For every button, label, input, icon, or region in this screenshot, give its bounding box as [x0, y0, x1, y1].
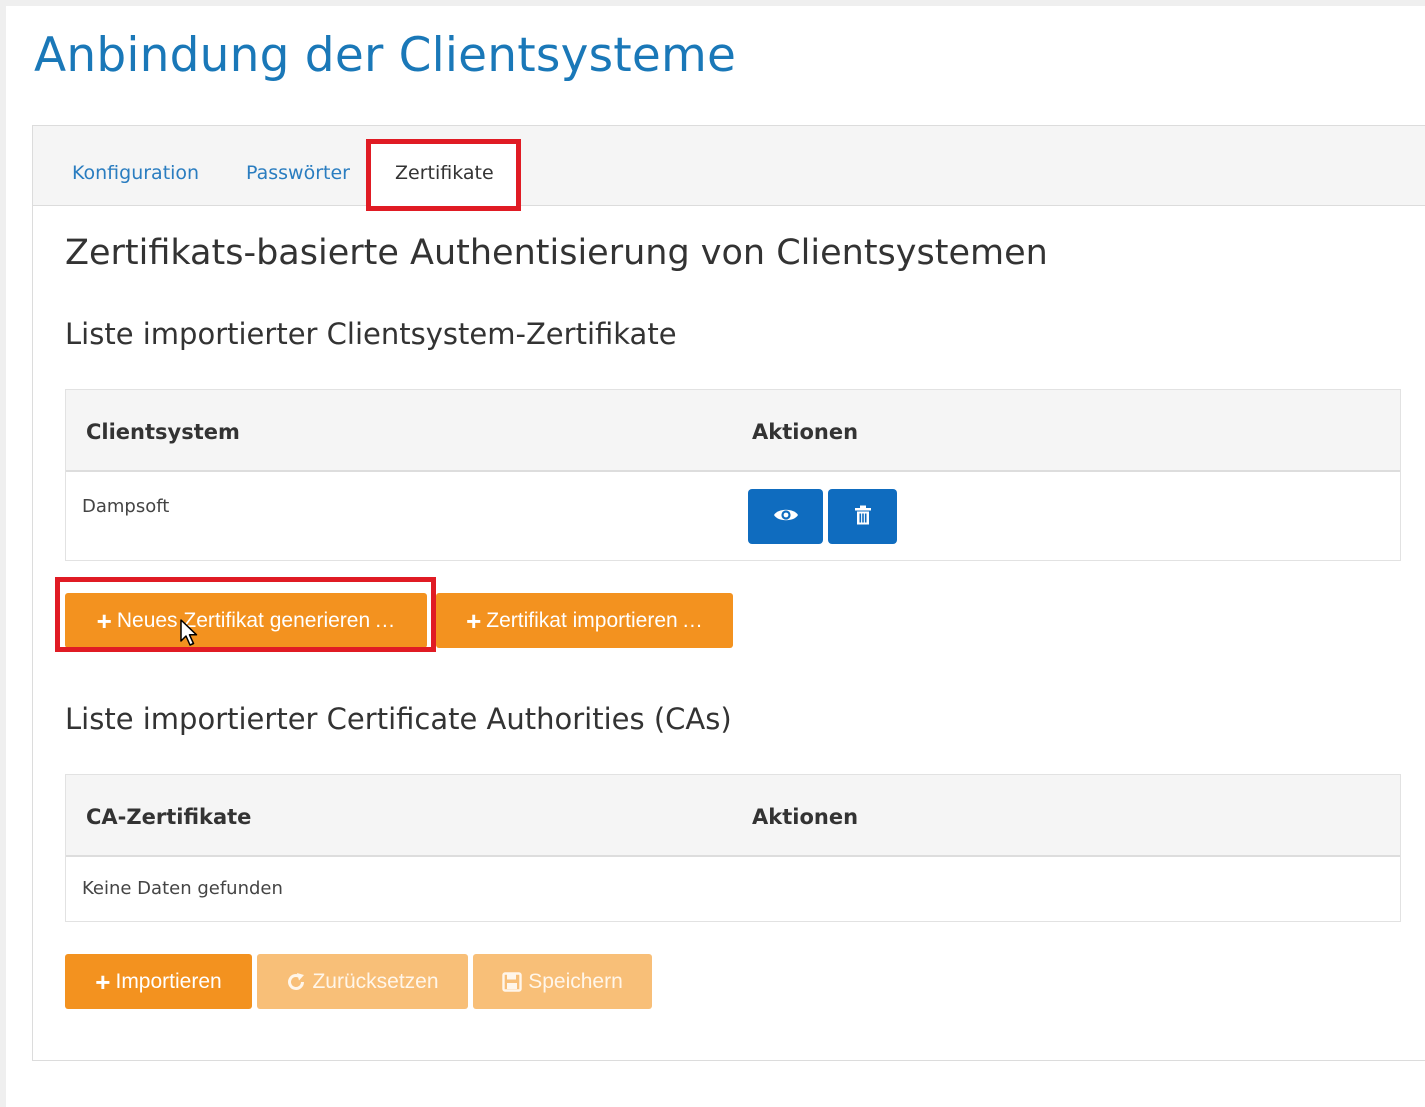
tab-konfiguration[interactable]: Konfiguration: [72, 162, 199, 184]
import-certificate-label: Zertifikat importieren …: [486, 608, 703, 632]
empty-table-message: Keine Daten gefunden: [82, 878, 283, 899]
delete-certificate-button[interactable]: [828, 489, 897, 544]
reset-button[interactable]: Zurücksetzen: [257, 954, 468, 1009]
client-name: Dampsoft: [82, 496, 170, 517]
generate-certificate-label: Neues Zertifikat generieren …: [116, 608, 396, 632]
ca-table: CA-Zertifikate Aktionen Keine Daten gefu…: [65, 774, 1401, 922]
ca-list-title: Liste importierter Certificate Authoriti…: [65, 702, 732, 736]
column-header-ca-zertifikate: CA-Zertifikate: [86, 805, 252, 829]
column-header-aktionen: Aktionen: [752, 420, 859, 444]
tab-zertifikate[interactable]: Zertifikate: [395, 162, 494, 184]
tab-panel: Konfiguration Passwörter Zertifikate Zer…: [32, 125, 1425, 1061]
save-label: Speichern: [528, 969, 623, 993]
import-ca-label: Importieren: [115, 969, 222, 993]
tab-passwoerter[interactable]: Passwörter: [246, 162, 350, 184]
table-row: Dampsoft: [66, 472, 1400, 560]
tab-bar: Konfiguration Passwörter Zertifikate: [33, 126, 1425, 207]
eye-icon: [773, 506, 799, 527]
floppy-disk-icon: [502, 971, 522, 992]
table-row-empty: Keine Daten gefunden: [66, 857, 1400, 921]
clients-table-header: Clientsystem Aktionen: [66, 390, 1400, 472]
plus-icon: +: [96, 605, 112, 636]
view-certificate-button[interactable]: [748, 489, 823, 544]
trash-icon: [854, 505, 872, 528]
reset-label: Zurücksetzen: [312, 969, 439, 993]
clients-list-title: Liste importierter Clientsystem-Zertifik…: [65, 317, 677, 351]
generate-certificate-button[interactable]: + Neues Zertifikat generieren …: [65, 593, 427, 648]
plus-icon: +: [466, 605, 482, 636]
plus-icon: +: [95, 966, 111, 997]
refresh-icon: [286, 972, 306, 992]
import-certificate-button[interactable]: + Zertifikat importieren …: [436, 593, 733, 648]
clients-table: Clientsystem Aktionen Dampsoft: [65, 389, 1401, 561]
section-title: Zertifikats-basierte Authentisierung von…: [65, 233, 1048, 273]
column-header-aktionen: Aktionen: [752, 805, 859, 829]
import-ca-button[interactable]: + Importieren: [65, 954, 252, 1009]
page: Anbindung der Clientsysteme Konfiguratio…: [6, 6, 1425, 1107]
save-button[interactable]: Speichern: [473, 954, 652, 1009]
column-header-clientsystem: Clientsystem: [86, 420, 240, 444]
page-title: Anbindung der Clientsysteme: [34, 28, 737, 83]
ca-table-header: CA-Zertifikate Aktionen: [66, 775, 1400, 857]
